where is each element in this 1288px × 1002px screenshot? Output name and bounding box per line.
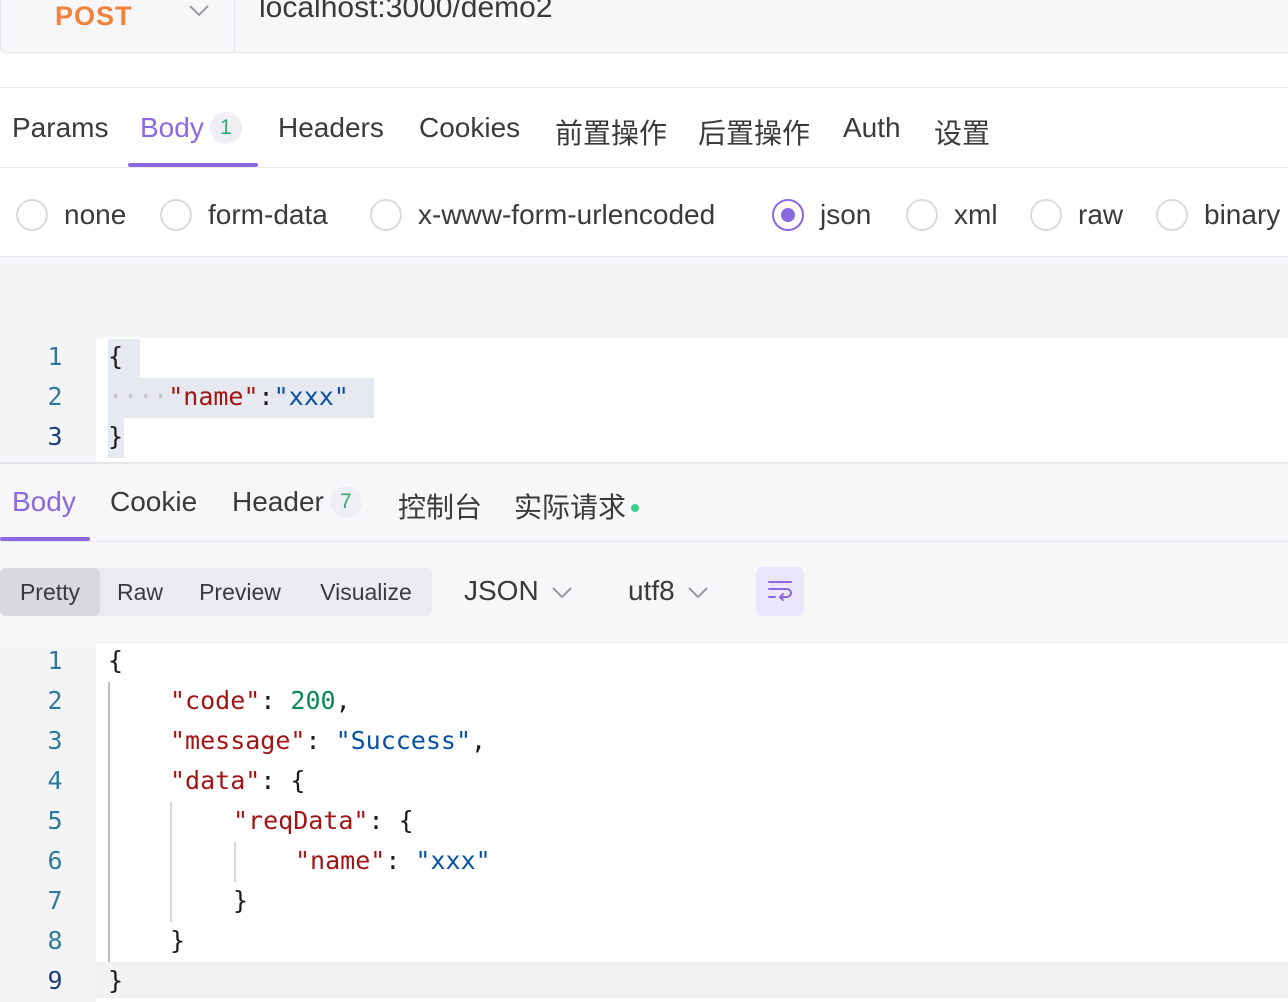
- line-number: 9: [47, 966, 63, 995]
- line-number: 2: [47, 686, 63, 715]
- chevron-down-icon: [539, 575, 573, 607]
- view-mode-visualize[interactable]: Visualize: [300, 568, 432, 616]
- line-number: 3: [47, 726, 63, 755]
- line-number: 1: [47, 342, 63, 371]
- radio-urlencoded[interactable]: x-www-form-urlencoded: [370, 198, 715, 232]
- radio-circle: [906, 199, 938, 231]
- tab-post-request[interactable]: 后置操作: [698, 112, 810, 152]
- radio-form-data[interactable]: form-data: [160, 198, 328, 232]
- code-line: }: [233, 886, 249, 915]
- line-number: 7: [47, 886, 63, 915]
- code-line: {: [108, 342, 124, 371]
- tab-body[interactable]: Body 1: [140, 111, 242, 146]
- response-tab-actual-request[interactable]: 实际请求: [514, 486, 640, 526]
- line-number: 4: [47, 766, 63, 795]
- response-tab-header[interactable]: Header 7: [232, 485, 362, 520]
- code-line: "name": "xxx": [295, 846, 491, 875]
- indent-guide: [108, 682, 110, 962]
- view-mode-raw[interactable]: Raw: [100, 568, 180, 616]
- tab-pre-request[interactable]: 前置操作: [555, 112, 667, 152]
- divider: [0, 541, 1288, 542]
- tab-settings[interactable]: 设置: [934, 112, 990, 152]
- radio-circle: [1030, 199, 1062, 231]
- response-tab-console[interactable]: 控制台: [398, 486, 482, 526]
- response-tab-body[interactable]: Body: [12, 486, 76, 518]
- tab-auth[interactable]: Auth: [843, 112, 901, 144]
- line-number: 1: [47, 646, 63, 675]
- code-line: "data": {: [170, 766, 306, 795]
- divider: [0, 167, 1288, 168]
- view-mode-preview[interactable]: Preview: [180, 568, 300, 616]
- radio-binary[interactable]: binary: [1156, 198, 1280, 232]
- radio-circle: [370, 199, 402, 231]
- line-number: 6: [47, 846, 63, 875]
- tab-params[interactable]: Params: [12, 112, 108, 144]
- indent-guide: [234, 842, 236, 882]
- format-select[interactable]: JSON: [464, 575, 573, 607]
- url-bar: POST localhost:3000/demo2: [0, 0, 1288, 53]
- code-line: "code": 200,: [170, 686, 351, 715]
- code-line: {: [108, 646, 124, 675]
- radio-circle: [1156, 199, 1188, 231]
- word-wrap-button[interactable]: [756, 567, 804, 616]
- chevron-down-icon: [187, 3, 211, 24]
- code-line: }: [108, 422, 124, 451]
- radio-none[interactable]: none: [16, 198, 126, 232]
- status-dot-icon: [631, 503, 640, 512]
- method-label: POST: [55, 1, 133, 31]
- count-badge: 1: [209, 111, 242, 144]
- tab-cookies[interactable]: Cookies: [419, 112, 520, 144]
- word-wrap-icon: [766, 577, 794, 606]
- radio-circle: [16, 199, 48, 231]
- method-select[interactable]: POST: [1, 0, 235, 52]
- url-input[interactable]: localhost:3000/demo2: [259, 0, 553, 23]
- code-line: }: [108, 966, 124, 995]
- count-badge: 7: [329, 485, 362, 518]
- line-number: 5: [47, 806, 63, 835]
- indent-guide: [170, 802, 172, 922]
- code-line: "reqData": {: [233, 806, 414, 835]
- view-mode-segmented-control: Pretty Raw Preview Visualize: [0, 568, 432, 616]
- chevron-down-icon: [675, 575, 709, 607]
- radio-raw[interactable]: raw: [1030, 198, 1123, 232]
- response-tab-cookie[interactable]: Cookie: [110, 486, 197, 518]
- tab-headers[interactable]: Headers: [278, 112, 384, 144]
- line-number: 2: [47, 382, 63, 411]
- line-number: 8: [47, 926, 63, 955]
- code-line: ····"name":"xxx": [108, 382, 349, 411]
- editor-toolbar: [0, 256, 1288, 338]
- code-line: "message": "Success",: [170, 726, 487, 755]
- active-line-highlight: [96, 962, 1288, 998]
- code-line: }: [170, 926, 186, 955]
- radio-circle: [160, 199, 192, 231]
- radio-xml[interactable]: xml: [906, 198, 998, 232]
- encoding-select[interactable]: utf8: [628, 575, 709, 607]
- radio-json[interactable]: json: [772, 198, 871, 232]
- request-tabs: Params Body 1 Headers Cookies 前置操作 后置操作 A…: [0, 88, 1288, 168]
- view-mode-pretty[interactable]: Pretty: [0, 568, 100, 616]
- radio-circle-checked: [772, 199, 804, 231]
- line-number: 3: [47, 422, 63, 451]
